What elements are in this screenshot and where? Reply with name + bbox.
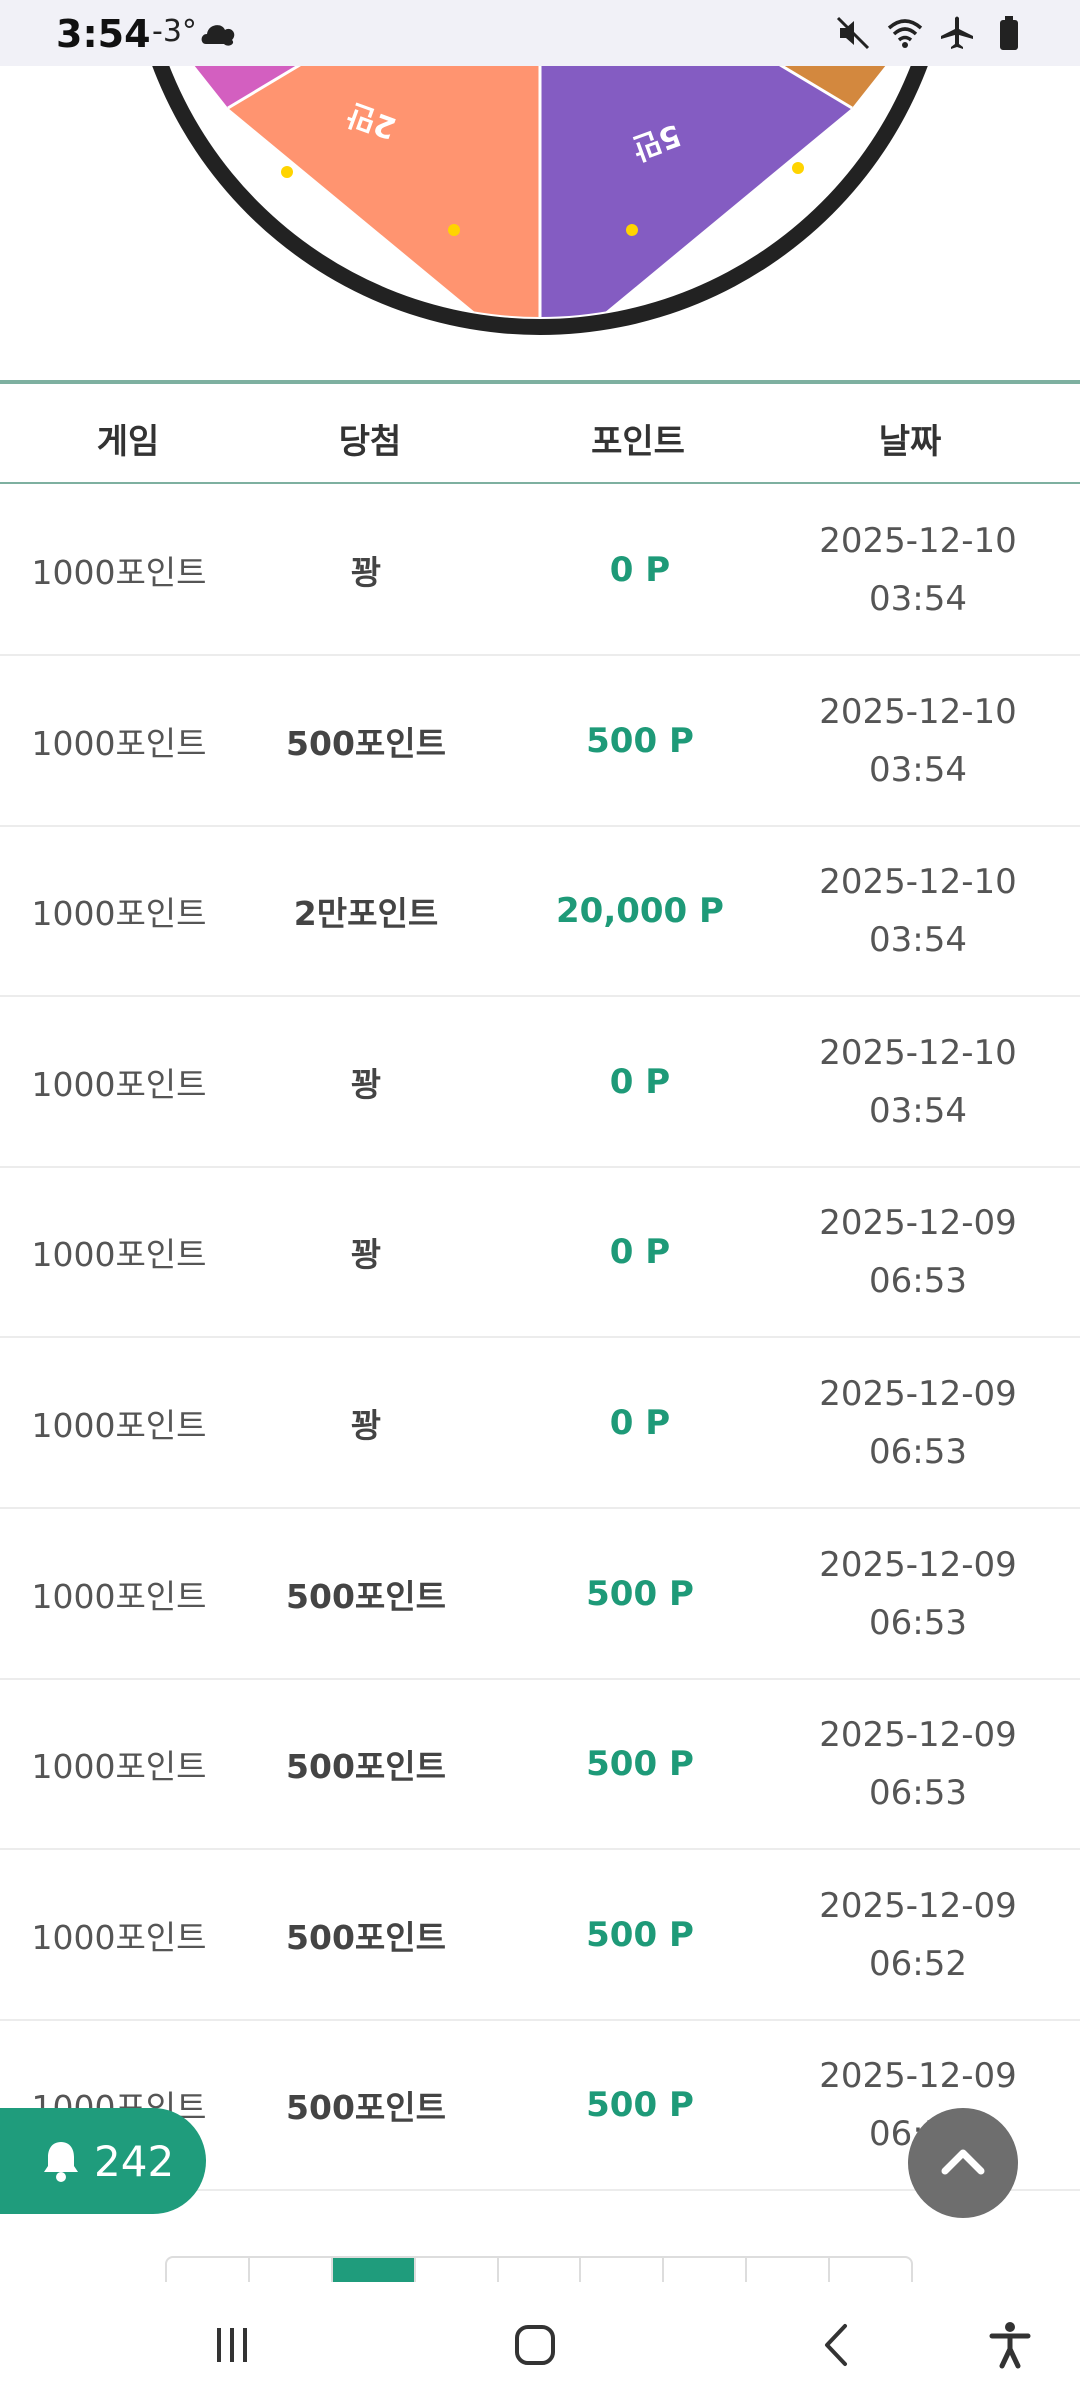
- cell-prize: 꽝: [350, 1406, 382, 1445]
- scroll-top-button[interactable]: [908, 2108, 1018, 2218]
- roulette-wheel-graphic: 2만 5만: [144, 66, 936, 335]
- cell-points: 500 P: [586, 1914, 694, 1955]
- cell-points: 0 P: [609, 1061, 671, 1102]
- cell-date: 2025-12-09: [819, 1374, 1017, 1414]
- cell-datetime: 2025-12-10 03:54: [819, 1024, 1017, 1140]
- notification-count: 242: [94, 2136, 175, 2186]
- cell-points: 0 P: [609, 1403, 671, 1443]
- header-points: 포인트: [591, 422, 685, 462]
- cell-datetime: 2025-12-09 06:53: [819, 1706, 1017, 1822]
- cell-points: 0 P: [609, 550, 671, 590]
- home-button[interactable]: [500, 2310, 570, 2380]
- system-nav-bar: [0, 2282, 1080, 2408]
- cell-time: 03:54: [869, 1090, 967, 1131]
- cell-time: 06:53: [869, 1261, 967, 1302]
- status-bar: 3:54 -3°: [0, 0, 1080, 66]
- cell-game: 1000포인트: [31, 1576, 207, 1616]
- cell-game: 1000포인트: [31, 1406, 207, 1445]
- cell-date: 2025-12-10: [819, 1032, 1017, 1073]
- cloud-icon: [201, 25, 235, 46]
- cell-datetime: 2025-12-09 06:53: [819, 1536, 1017, 1652]
- back-button[interactable]: [803, 2310, 873, 2380]
- chevron-up-icon: [941, 2149, 985, 2175]
- table-row: 1000포인트 500포인트 500 P 2025-12-10 03:54: [0, 657, 1080, 827]
- cell-game: 1000포인트: [31, 1917, 207, 1957]
- cell-points: 0 P: [609, 1232, 671, 1273]
- cell-date: 2025-12-09: [819, 1203, 1017, 1244]
- status-temperature: -3°: [152, 14, 197, 49]
- cell-game: 1000포인트: [31, 553, 207, 592]
- table-row: 1000포인트 500포인트 500 P 2025-12-09 06:52: [0, 1851, 1080, 2021]
- table-row: 1000포인트 500포인트 500 P 2025-12-09 06:53: [0, 1680, 1080, 1851]
- cell-points: 20,000 P: [556, 891, 724, 932]
- header-date: 날짜: [878, 422, 942, 462]
- cell-datetime: 2025-12-09 06:52: [819, 1877, 1017, 1993]
- cell-game: 1000포인트: [31, 1064, 207, 1104]
- cell-date: 2025-12-10: [819, 862, 1017, 903]
- cell-prize: 꽝: [350, 553, 382, 592]
- cell-prize: 500포인트: [286, 723, 446, 763]
- cell-datetime: 2025-12-09 06:53: [819, 1194, 1017, 1310]
- cell-time: 06:53: [869, 1773, 967, 1814]
- cell-date: 2025-12-10: [819, 691, 1017, 732]
- cell-game: 1000포인트: [31, 723, 207, 763]
- cell-points: 500 P: [586, 720, 694, 761]
- cell-datetime: 2025-12-10 03:54: [819, 683, 1017, 799]
- cell-time: 03:54: [869, 749, 967, 790]
- status-time: 3:54: [56, 12, 151, 56]
- header-prize: 당첨: [338, 422, 402, 462]
- table-row: 1000포인트 꽝 0 P 2025-12-09 06:53: [0, 1339, 1080, 1509]
- cell-prize: 500포인트: [286, 1576, 446, 1616]
- cell-prize: 꽝: [350, 1235, 382, 1275]
- cell-datetime: 2025-12-10 03:54: [819, 853, 1017, 969]
- cell-date: 2025-12-10: [819, 521, 1017, 561]
- header-game: 게임: [96, 422, 160, 462]
- cell-datetime: 2025-12-09 06:53: [819, 1365, 1017, 1481]
- cell-time: 03:54: [869, 920, 967, 961]
- table-row: 1000포인트 꽝 0 P 2025-12-09 06:53: [0, 1168, 1080, 1339]
- status-icons: [834, 14, 1028, 52]
- cell-game: 1000포인트: [31, 894, 207, 934]
- table-row: 1000포인트 꽝 0 P 2025-12-10 03:54: [0, 998, 1080, 1168]
- cell-prize: 꽝: [350, 1064, 382, 1104]
- table-row: 1000포인트 500포인트 500 P 2025-12-09 06:53: [0, 1510, 1080, 1680]
- cell-date: 2025-12-09: [819, 1885, 1017, 1926]
- wifi-icon: [887, 19, 923, 48]
- back-icon: [825, 2324, 847, 2366]
- roulette-wheel[interactable]: 2만 5만: [0, 66, 1080, 380]
- cell-date: 2025-12-09: [819, 1544, 1017, 1585]
- accessibility-icon: [989, 2322, 1031, 2369]
- cell-points: 500 P: [586, 2085, 694, 2126]
- cell-points: 500 P: [586, 1573, 694, 1614]
- bell-icon: [44, 2142, 78, 2182]
- history-table-header: 게임 당첨 포인트 날짜: [0, 380, 1080, 484]
- cell-prize: 500포인트: [286, 1917, 446, 1957]
- page: 3:54 -3° 2만 5만 게임 당첨 포인트 날짜 1000포인트 꽝 0 …: [0, 0, 1080, 2408]
- cell-game: 1000포인트: [31, 1235, 207, 1275]
- cell-points: 500 P: [586, 1744, 694, 1785]
- recent-apps-icon: [217, 2328, 247, 2362]
- cell-date: 2025-12-09: [819, 2056, 1017, 2097]
- recent-apps-button[interactable]: [197, 2310, 267, 2380]
- cell-time: 06:53: [869, 1602, 967, 1643]
- home-icon: [515, 2325, 555, 2365]
- cell-datetime: 2025-12-10 03:54: [819, 512, 1017, 628]
- cell-time: 03:54: [869, 579, 967, 619]
- cell-prize: 500포인트: [286, 1747, 446, 1787]
- mute-icon: [836, 16, 870, 50]
- cell-date: 2025-12-09: [819, 1715, 1017, 1756]
- accessibility-button[interactable]: [975, 2310, 1045, 2380]
- table-row: 1000포인트 2만포인트 20,000 P 2025-12-10 03:54: [0, 827, 1080, 998]
- cell-game: 1000포인트: [31, 1747, 207, 1787]
- cell-time: 06:53: [869, 1432, 967, 1472]
- cell-prize: 500포인트: [286, 2088, 446, 2128]
- cell-prize: 2만포인트: [293, 894, 439, 934]
- airplane-icon: [941, 16, 973, 49]
- notification-button[interactable]: 242: [0, 2108, 206, 2214]
- table-row: 1000포인트 꽝 0 P 2025-12-10 03:54: [0, 486, 1080, 656]
- battery-icon: [1000, 16, 1018, 50]
- cell-time: 06:52: [869, 1943, 967, 1984]
